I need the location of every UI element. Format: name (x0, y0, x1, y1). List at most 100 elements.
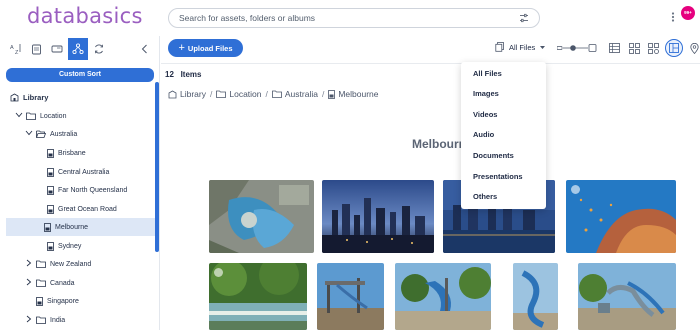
tree-item-label: Brisbane (58, 149, 86, 157)
tree-item-location[interactable]: Location (15, 107, 66, 125)
menu-item-images[interactable]: Images (473, 89, 499, 98)
sidebar-toolbar: AZ (0, 36, 160, 62)
chevron-down-icon[interactable] (15, 112, 23, 120)
tree-item-label: Singapore (47, 297, 79, 305)
custom-sort-button[interactable]: Custom Sort (6, 68, 154, 82)
menu-item-all-files[interactable]: All Files (473, 69, 502, 78)
folder-icon (271, 90, 282, 98)
tree-item-label: Canada (50, 279, 75, 287)
filter-sliders-icon[interactable] (519, 13, 529, 23)
tree-item-new-zealand[interactable]: New Zealand (25, 255, 91, 273)
sidebar: AZ Custom Sort Library Location Australi… (0, 36, 160, 330)
tree-item-label: Australia (50, 130, 78, 138)
tree-item-library[interactable]: Library (10, 88, 48, 106)
file-icon (44, 222, 51, 232)
breadcrumb-melbourne: Melbourne (338, 89, 379, 99)
tree-item-central-australia[interactable]: Central Australia (47, 163, 109, 181)
tree-item-label: Sydney (58, 242, 82, 250)
image-grid-view-icon[interactable] (645, 40, 661, 56)
filter-label: All Files (509, 42, 536, 52)
tree-item-label: India (50, 316, 66, 324)
sync-icon[interactable] (89, 38, 109, 60)
folder-open-icon (36, 130, 46, 138)
breadcrumb-separator: / (265, 89, 268, 99)
menu-item-videos[interactable]: Videos (473, 110, 497, 119)
tree-item-australia[interactable]: Australia (25, 125, 77, 143)
file-icon (47, 185, 54, 195)
folder-icon (216, 90, 227, 98)
thumbnail-size-slider[interactable] (557, 42, 597, 54)
menu-item-presentations[interactable]: Presentations (473, 172, 523, 181)
upload-files-button[interactable]: + Upload Files (168, 39, 243, 57)
tree-item-label: Library (23, 92, 49, 102)
folder-icon (36, 316, 46, 324)
file-icon (47, 148, 54, 158)
tree-item-melbourne[interactable]: Melbourne (6, 218, 155, 236)
asset-thumbnail[interactable] (322, 180, 434, 253)
search-input[interactable]: Search for assets, folders or albums (179, 13, 315, 23)
file-icon (47, 204, 54, 214)
breadcrumb-australia[interactable]: Australia (285, 89, 318, 99)
plus-icon: + (178, 42, 185, 54)
file-icon (328, 89, 336, 99)
asset-thumbnail[interactable] (566, 180, 676, 253)
tree-item-brisbane[interactable]: Brisbane (47, 144, 86, 162)
folder-icon (36, 279, 46, 287)
tree-item-great-ocean-road[interactable]: Great Ocean Road (47, 200, 117, 218)
tree-item-canada[interactable]: Canada (25, 274, 75, 292)
breadcrumb-library[interactable]: Library (180, 89, 206, 99)
app-header: databasics Search for assets, folders or… (0, 0, 700, 36)
sort-az-icon[interactable]: AZ (6, 38, 26, 60)
items-count-value: 12 (165, 70, 174, 79)
tree-item-label: Melbourne (55, 223, 89, 231)
more-menu-icon[interactable] (671, 12, 675, 22)
tree-item-far-north-queensland[interactable]: Far North Queensland (47, 181, 127, 199)
toolbar-divider (161, 63, 700, 64)
chevron-right-icon[interactable] (25, 278, 33, 288)
tree-item-india[interactable]: India (25, 311, 65, 329)
folder-icon (26, 112, 36, 120)
video-icon (571, 185, 580, 194)
panel-view-icon[interactable] (665, 39, 683, 57)
chevron-down-icon[interactable] (25, 130, 33, 138)
breadcrumb-location[interactable]: Location (229, 89, 261, 99)
search-bar[interactable]: Search for assets, folders or albums (168, 8, 540, 28)
chevron-right-icon[interactable] (25, 315, 33, 325)
menu-item-audio[interactable]: Audio (473, 130, 494, 139)
asset-thumbnail[interactable] (317, 263, 384, 330)
collapse-icon[interactable] (135, 38, 155, 60)
document-icon[interactable] (26, 38, 46, 60)
breadcrumb-separator: / (321, 89, 325, 99)
library-icon (10, 93, 19, 102)
asset-thumbnail[interactable] (513, 263, 558, 330)
list-view-icon[interactable] (606, 40, 622, 56)
folder-icon (36, 260, 46, 268)
tree-item-singapore[interactable]: Singapore (36, 292, 79, 310)
grid-view-icon[interactable] (626, 40, 642, 56)
app-logo[interactable]: databasics (27, 4, 143, 28)
asset-thumbnail[interactable] (395, 263, 491, 330)
notification-badge[interactable]: 99+ (681, 6, 695, 20)
sidebar-scrollbar[interactable] (155, 82, 159, 252)
tree-item-label: Far North Queensland (58, 186, 128, 194)
caret-down-icon (540, 45, 546, 49)
asset-thumbnail[interactable] (578, 263, 676, 330)
files-icon (495, 42, 504, 52)
asset-thumbnail[interactable] (209, 180, 314, 253)
tree-item-sydney[interactable]: Sydney (47, 237, 81, 255)
menu-item-others[interactable]: Others (473, 192, 497, 201)
asset-thumbnail[interactable] (209, 263, 307, 330)
map-pin-icon[interactable] (686, 40, 700, 56)
file-icon (47, 241, 54, 251)
card-icon[interactable] (47, 38, 67, 60)
hierarchy-icon[interactable] (68, 38, 88, 60)
file-icon (47, 167, 54, 177)
tree-item-label: New Zealand (50, 260, 92, 268)
upload-files-label: Upload Files (187, 43, 233, 53)
tree-item-label: Central Australia (58, 168, 110, 176)
menu-item-documents[interactable]: Documents (473, 151, 514, 160)
chevron-right-icon[interactable] (25, 259, 33, 269)
items-count-label: Items (180, 70, 202, 79)
tree-item-label: Great Ocean Road (58, 205, 117, 213)
file-type-filter[interactable]: All Files (495, 42, 546, 52)
